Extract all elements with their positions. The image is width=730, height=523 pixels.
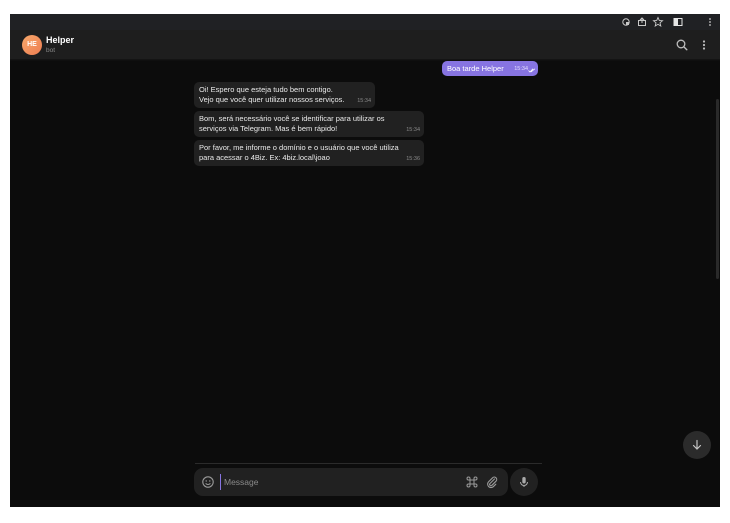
composer-divider [195, 463, 542, 464]
more-vertical-icon[interactable] [696, 37, 712, 53]
scroll-down-button[interactable] [683, 431, 711, 459]
message-time: 15:34 [406, 127, 420, 133]
chat-header[interactable]: HE Helper bot [10, 30, 720, 60]
star-icon[interactable] [652, 16, 664, 28]
share-icon[interactable] [636, 16, 648, 28]
message-composer[interactable] [194, 468, 508, 496]
browser-toolbar [10, 14, 720, 30]
chat-subtitle: bot [46, 47, 56, 54]
message-bubble-incoming[interactable]: Oi! Espero que esteja tudo bem contigo. … [194, 82, 375, 108]
message-input[interactable] [220, 474, 450, 490]
command-icon[interactable] [464, 474, 480, 490]
message-time: 15:36 [406, 156, 420, 162]
chat-title: Helper [46, 35, 75, 45]
double-check-icon [528, 68, 536, 73]
emoji-icon[interactable] [200, 474, 216, 490]
message-text: Vejo que você quer utilizar nossos servi… [199, 95, 345, 104]
telegram-window: HE Helper bot Boa tarde Helper 15:34 Oi!… [10, 14, 720, 507]
side-panel-icon[interactable] [672, 16, 684, 28]
message-text: Bom, será necessário você se identificar… [199, 114, 385, 123]
message-list[interactable]: Boa tarde Helper 15:34 Oi! Espero que es… [10, 61, 720, 507]
arrow-down-icon [689, 437, 705, 453]
scrollbar[interactable] [716, 99, 719, 279]
message-text: Por favor, me informe o domínio e o usuá… [199, 143, 399, 152]
message-time: 15:34 [514, 66, 528, 72]
microphone-button[interactable] [510, 468, 538, 496]
microphone-icon [516, 474, 532, 490]
search-icon[interactable] [674, 37, 690, 53]
browser-menu-icon[interactable] [704, 16, 716, 28]
message-bubble-incoming[interactable]: Bom, será necessário você se identificar… [194, 111, 424, 137]
lens-icon[interactable] [620, 16, 632, 28]
message-time: 15:34 [357, 98, 371, 104]
message-text: serviços via Telegram. Mas é bem rápido! [199, 124, 338, 133]
paperclip-icon[interactable] [484, 474, 500, 490]
message-text: para acessar o 4Biz. Ex: 4biz.local\joao [199, 153, 330, 162]
message-text: Oi! Espero que esteja tudo bem contigo. [199, 85, 333, 94]
message-bubble-incoming[interactable]: Por favor, me informe o domínio e o usuá… [194, 140, 424, 166]
avatar[interactable]: HE [22, 35, 42, 55]
message-bubble-outgoing[interactable]: Boa tarde Helper 15:34 [442, 61, 538, 76]
